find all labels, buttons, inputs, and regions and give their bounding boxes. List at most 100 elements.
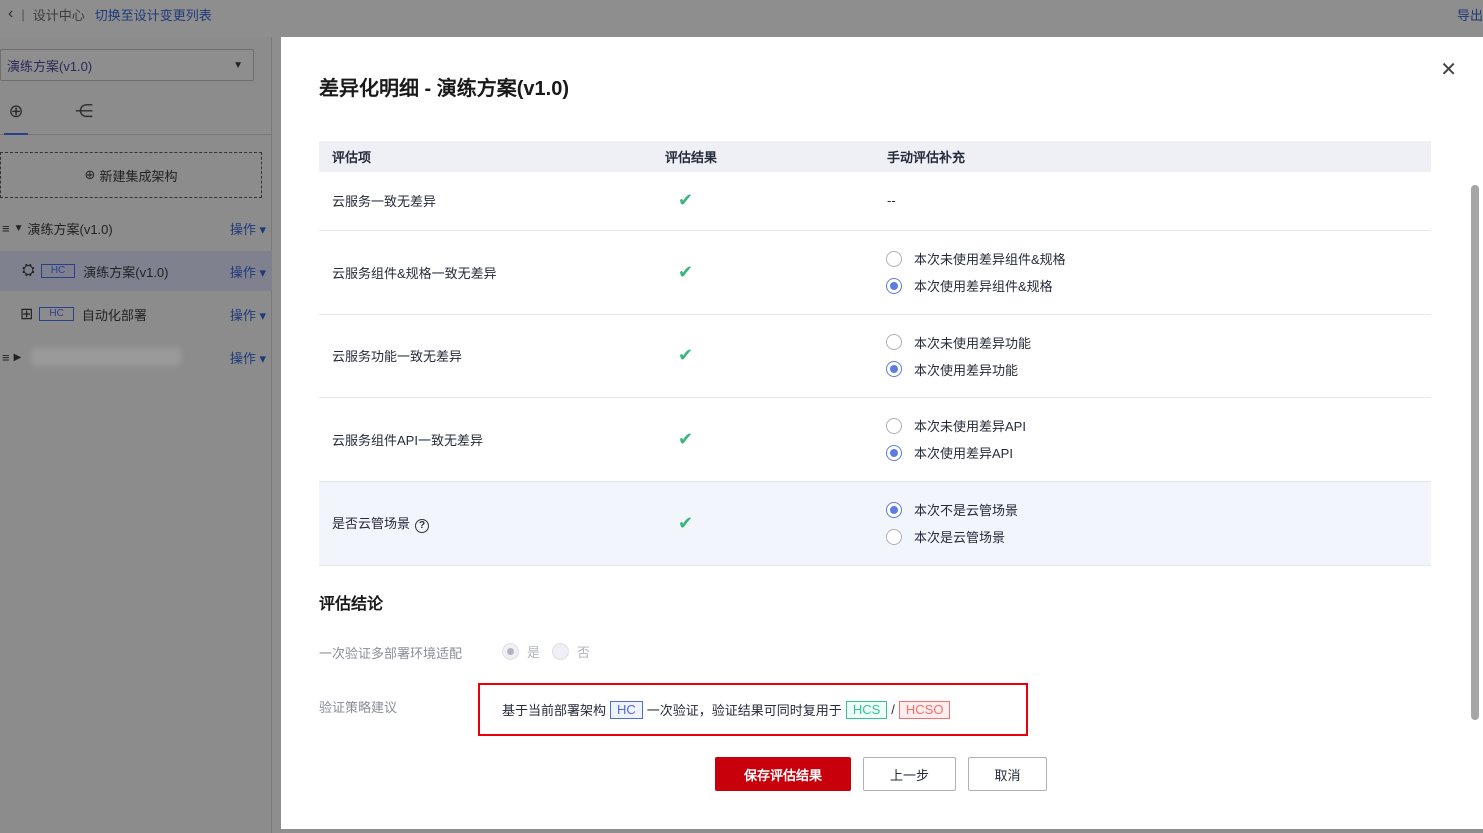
check-icon: ✔ <box>678 428 694 449</box>
hc-tag: HC <box>39 307 74 321</box>
table-row: 云服务一致无差异 ✔ -- <box>319 172 1431 231</box>
radio-button[interactable] <box>886 250 902 267</box>
export-link[interactable]: 导出 <box>1457 5 1483 24</box>
architecture-tab-icon[interactable]: ⊕ <box>4 101 28 135</box>
table-row: 云服务组件API一致无差异 ✔ 本次未使用差异API 本次使用差异API <box>319 397 1431 482</box>
radio-label: 本次使用差异功能 <box>914 362 1019 378</box>
eval-item: 云服务一致无差异 <box>319 172 652 231</box>
check-icon: ✔ <box>678 261 694 282</box>
tree-item-label: 演练方案(v1.0) <box>83 264 169 280</box>
help-icon[interactable]: ? <box>415 519 430 533</box>
dialog-title: 差异化明细 - 演练方案(v1.0) <box>319 78 570 100</box>
save-evaluation-button[interactable]: 保存评估结果 <box>715 757 851 791</box>
hc-tag: HC <box>40 264 76 278</box>
column-header: 手动评估补充 <box>874 141 1431 172</box>
radio-button-selected[interactable] <box>886 444 902 461</box>
plan-select[interactable]: 演练方案(v1.0) ▼ <box>0 49 254 81</box>
tree-item-label: 自动化部署 <box>81 307 147 323</box>
radio-button[interactable] <box>886 417 902 434</box>
check-icon: ✔ <box>678 190 694 211</box>
radio-button[interactable] <box>886 528 902 545</box>
plus-circle-icon: ⊕ <box>84 167 96 182</box>
table-row: 是否云管场景? ✔ 本次不是云管场景 本次是云管场景 <box>319 481 1431 566</box>
radio-label: 本次使用差异组件&规格 <box>914 279 1053 294</box>
radio-button-selected[interactable] <box>886 501 902 518</box>
drag-handle-icon: ≡ <box>2 349 10 365</box>
radio-label: 本次不是云管场景 <box>914 503 1019 518</box>
tree-item-auto-deploy[interactable]: ⊞ HC 自动化部署 操作 ▾ <box>0 294 272 334</box>
tree-item-blurred[interactable]: ≡ ▶ 操作 ▾ <box>0 337 272 377</box>
strategy-label: 验证策略建议 <box>319 700 398 715</box>
radio-label: 本次未使用差异组件&规格 <box>914 252 1066 267</box>
operation-menu[interactable]: 操作 ▾ <box>230 305 266 324</box>
eval-item: 云服务功能一致无差异 <box>319 314 652 398</box>
plan-select-value: 演练方案(v1.0) <box>7 58 93 74</box>
verify-yes-radio: 是 <box>502 642 540 661</box>
tree-item-label: 演练方案(v1.0) <box>27 221 113 237</box>
cancel-button[interactable]: 取消 <box>968 757 1047 791</box>
cloud-service-icon: ⛭ <box>22 262 35 279</box>
radio-label: 本次是云管场景 <box>914 530 1006 545</box>
hc-tag: HC <box>610 700 643 719</box>
grid-apps-icon: ⊞ <box>20 306 34 323</box>
check-icon: ✔ <box>678 512 694 533</box>
radio-button-selected[interactable] <box>886 277 902 294</box>
supplement-value: -- <box>874 172 1431 231</box>
new-button-label: 新建集成架构 <box>99 168 178 184</box>
radio-label: 本次使用差异API <box>914 446 1013 461</box>
drag-handle-icon: ≡ <box>2 220 10 236</box>
previous-step-button[interactable]: 上一步 <box>863 757 956 791</box>
app-title: 设计中心 <box>32 7 85 23</box>
radio-label: 本次未使用差异功能 <box>914 335 1032 351</box>
conclusion-title: 评估结论 <box>319 596 384 613</box>
expand-arrow-icon[interactable]: ▼ <box>14 223 24 234</box>
eval-item: 云服务组件API一致无差异 <box>319 397 652 482</box>
tree-item-root[interactable]: ≡ ▼ 演练方案(v1.0) 操作 ▾ <box>0 208 272 248</box>
hcso-tag: HCSO <box>898 700 951 719</box>
column-header: 评估结果 <box>652 141 874 172</box>
strategy-suggestion: 基于当前部署架构 HC 一次验证，验证结果可同时复用于 HCS / HCSO <box>478 683 1028 736</box>
divider: | <box>21 6 25 22</box>
close-icon[interactable]: ✕ <box>1440 57 1457 82</box>
tree-item-plan[interactable]: ⛭ HC 演练方案(v1.0) 操作 ▾ <box>0 251 272 291</box>
strategy-prefix: 基于当前部署架构 <box>502 703 607 718</box>
expand-arrow-icon[interactable]: ▶ <box>14 352 22 363</box>
switch-to-change-list-link[interactable]: 切换至设计变更列表 <box>95 5 212 24</box>
verify-no-radio: 否 <box>552 642 590 661</box>
evaluation-table: 评估项 评估结果 手动评估补充 云服务一致无差异 ✔ -- 云服务组件&规格一致… <box>319 141 1431 566</box>
radio-option[interactable]: 本次使用差异功能 <box>886 356 1431 383</box>
radio-option[interactable]: 本次不是云管场景 <box>886 496 1431 523</box>
sidebar: 演练方案(v1.0) ▼ ⊕ ⋲ ⊕ 新建集成架构 ≡ ▼ 演练方案(v1.0)… <box>0 37 272 833</box>
radio-button-selected[interactable] <box>886 361 902 377</box>
difference-detail-dialog: ✕ 差异化明细 - 演练方案(v1.0) 评估项 评估结果 手动评估补充 云服务… <box>281 37 1483 829</box>
caret-down-icon: ▼ <box>233 59 243 71</box>
eval-item: 是否云管场景? <box>319 481 652 566</box>
check-icon: ✔ <box>678 345 694 365</box>
eval-item: 云服务组件&规格一致无差异 <box>319 230 652 315</box>
back-icon[interactable]: ‹ <box>8 5 13 23</box>
table-row: 云服务组件&规格一致无差异 ✔ 本次未使用差异组件&规格 本次使用差异组件&规格 <box>319 230 1431 315</box>
radio-option[interactable]: 本次是云管场景 <box>886 523 1431 550</box>
table-row: 云服务功能一致无差异 ✔ 本次未使用差异功能 本次使用差异功能 <box>319 314 1431 398</box>
strategy-middle: 一次验证，验证结果可同时复用于 <box>646 703 842 718</box>
new-integration-architecture-button[interactable]: ⊕ 新建集成架构 <box>0 152 262 198</box>
operation-menu[interactable]: 操作 ▾ <box>230 348 266 367</box>
radio-option[interactable]: 本次未使用差异功能 <box>886 329 1431 356</box>
radio-option[interactable]: 本次使用差异组件&规格 <box>886 272 1431 299</box>
hcs-tag: HCS <box>845 700 888 719</box>
blurred-label <box>31 348 182 366</box>
verify-label: 一次验证多部署环境适配 <box>319 646 463 661</box>
column-header: 评估项 <box>319 141 652 172</box>
operation-menu[interactable]: 操作 ▾ <box>230 262 266 281</box>
slash-separator: / <box>891 702 895 717</box>
operation-menu[interactable]: 操作 ▾ <box>230 219 266 238</box>
radio-option[interactable]: 本次未使用差异API <box>886 412 1431 439</box>
radio-button[interactable] <box>886 334 902 350</box>
topology-tab-icon[interactable]: ⋲ <box>72 101 96 123</box>
sidebar-tabs: ⊕ ⋲ <box>0 95 272 135</box>
radio-label: 本次未使用差异API <box>914 419 1026 434</box>
table-header-row: 评估项 评估结果 手动评估补充 <box>319 141 1431 172</box>
radio-option[interactable]: 本次未使用差异组件&规格 <box>886 245 1431 272</box>
radio-option[interactable]: 本次使用差异API <box>886 439 1431 466</box>
scrollbar[interactable] <box>1471 185 1479 720</box>
